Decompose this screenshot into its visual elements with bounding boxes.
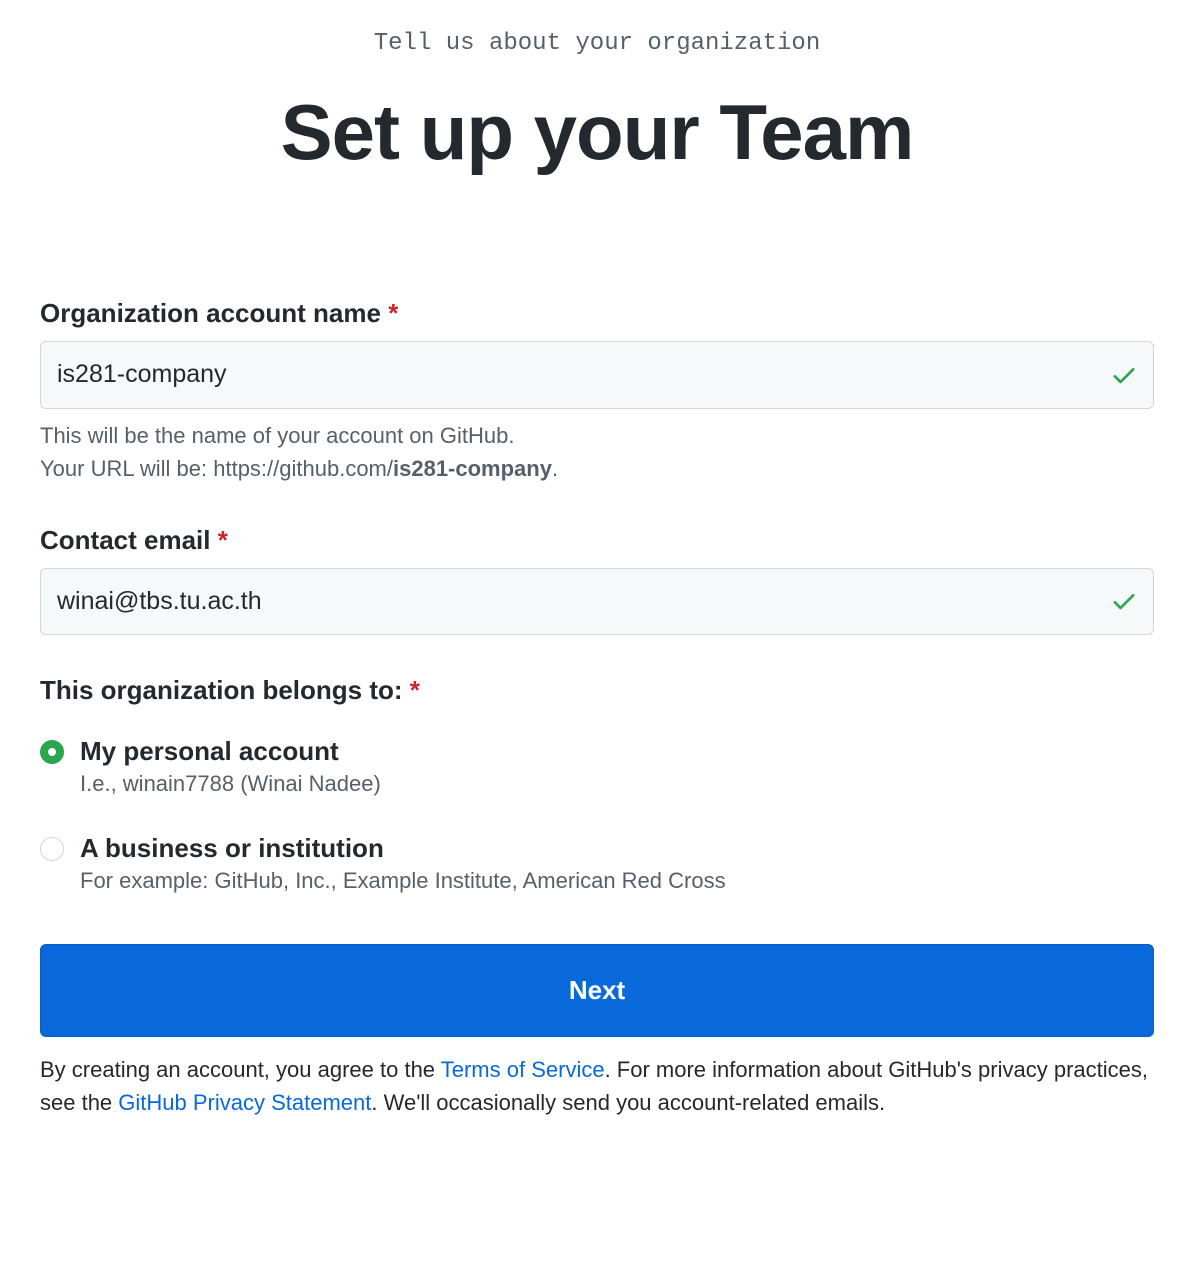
belongs-to-label: This organization belongs to: * <box>40 675 1154 706</box>
required-indicator: * <box>218 525 228 555</box>
org-name-url-prefix: Your URL will be: https://github.com/ <box>40 456 393 481</box>
email-label-text: Contact email <box>40 525 211 555</box>
legal-text: By creating an account, you agree to the… <box>40 1053 1154 1119</box>
page-header: Tell us about your organization Set up y… <box>40 30 1154 178</box>
next-button[interactable]: Next <box>40 944 1154 1037</box>
org-name-url-suffix: . <box>552 456 558 481</box>
org-name-url-slug: is281-company <box>393 456 552 481</box>
legal-part1: By creating an account, you agree to the <box>40 1057 441 1082</box>
email-input-wrapper <box>40 568 1154 636</box>
legal-part3: . We'll occasionally send you account-re… <box>371 1090 885 1115</box>
org-name-input[interactable] <box>40 341 1154 409</box>
terms-of-service-link[interactable]: Terms of Service <box>441 1057 605 1082</box>
required-indicator: * <box>388 298 398 328</box>
radio-option-personal[interactable]: My personal account I.e., winain7788 (Wi… <box>40 736 1154 797</box>
radio-desc-business: For example: GitHub, Inc., Example Insti… <box>80 868 1154 894</box>
email-label: Contact email * <box>40 525 1154 556</box>
org-name-helper-line2: Your URL will be: https://github.com/is2… <box>40 452 1154 485</box>
belongs-to-group: This organization belongs to: * My perso… <box>40 675 1154 894</box>
radio-input-business[interactable] <box>40 837 64 861</box>
belongs-to-label-text: This organization belongs to: <box>40 675 403 705</box>
check-icon <box>1110 587 1138 615</box>
radio-content-personal: My personal account I.e., winain7788 (Wi… <box>80 736 1154 797</box>
page-title: Set up your Team <box>40 87 1154 178</box>
belongs-to-radio-group: My personal account I.e., winain7788 (Wi… <box>40 736 1154 894</box>
radio-title-personal: My personal account <box>80 736 1154 767</box>
radio-title-business: A business or institution <box>80 833 1154 864</box>
org-name-input-wrapper <box>40 341 1154 409</box>
required-indicator: * <box>410 675 420 705</box>
org-name-group: Organization account name * This will be… <box>40 298 1154 485</box>
radio-input-personal[interactable] <box>40 740 64 764</box>
email-input[interactable] <box>40 568 1154 636</box>
org-name-label-text: Organization account name <box>40 298 381 328</box>
org-name-helper-line1: This will be the name of your account on… <box>40 419 1154 452</box>
radio-desc-personal: I.e., winain7788 (Winai Nadee) <box>80 771 1154 797</box>
privacy-statement-link[interactable]: GitHub Privacy Statement <box>118 1090 371 1115</box>
org-name-helper: This will be the name of your account on… <box>40 419 1154 485</box>
radio-content-business: A business or institution For example: G… <box>80 833 1154 894</box>
page-subtitle: Tell us about your organization <box>40 30 1154 57</box>
org-name-label: Organization account name * <box>40 298 1154 329</box>
check-icon <box>1110 361 1138 389</box>
email-group: Contact email * <box>40 525 1154 636</box>
radio-option-business[interactable]: A business or institution For example: G… <box>40 833 1154 894</box>
